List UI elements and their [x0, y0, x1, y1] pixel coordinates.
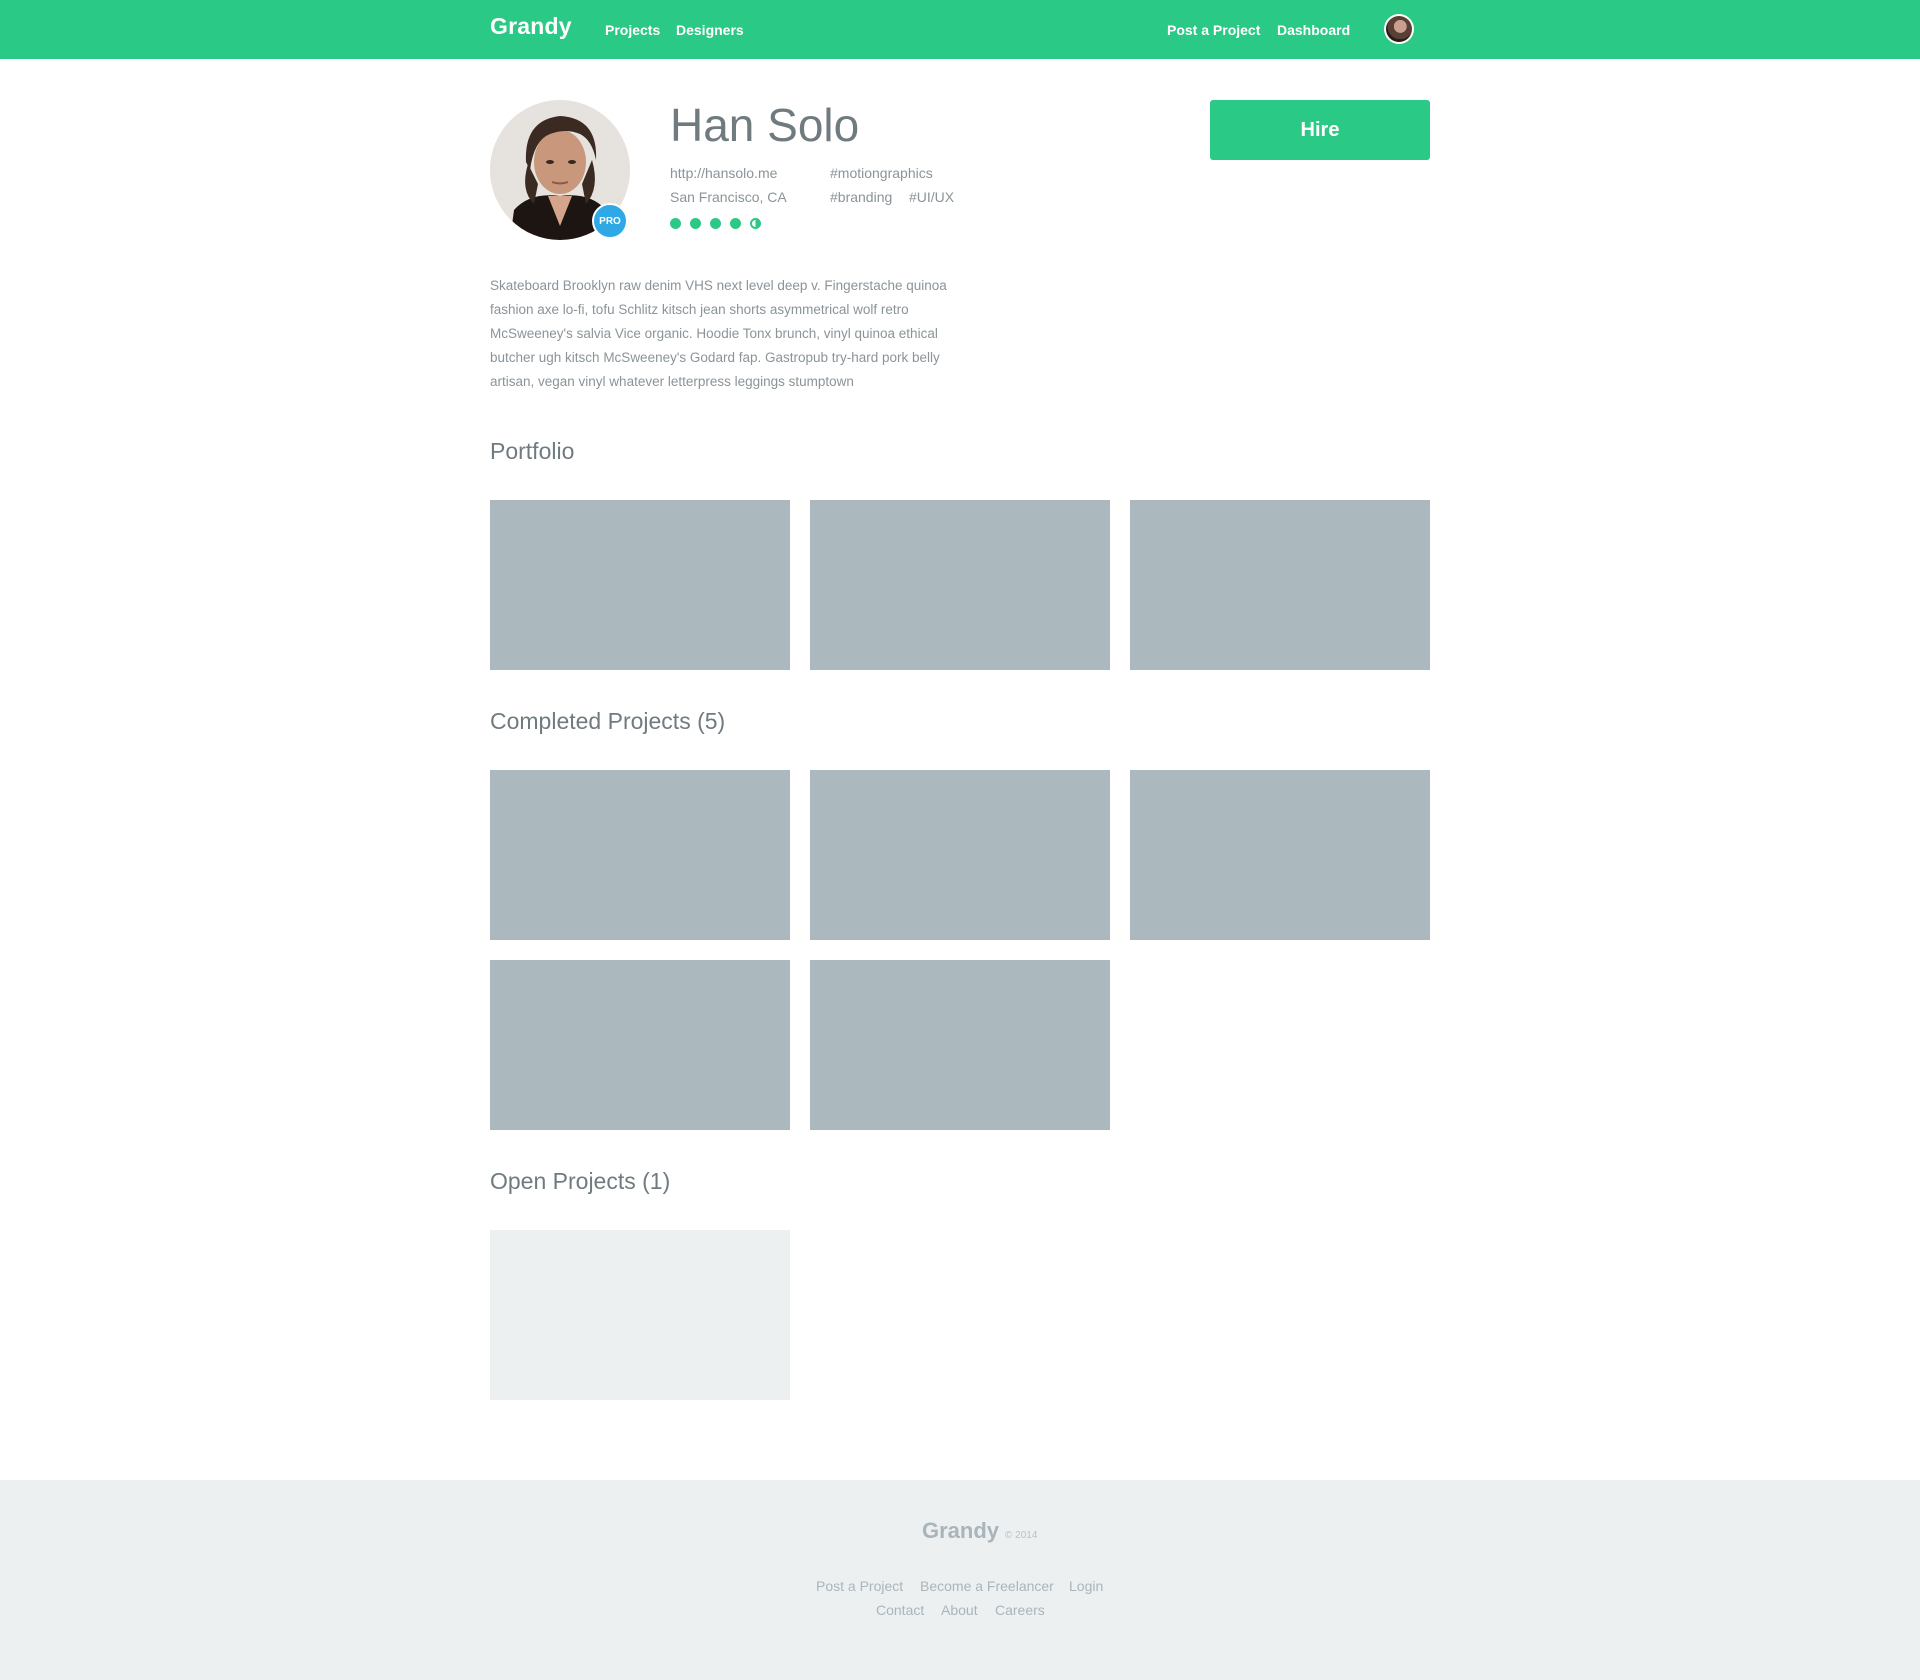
rating-dot-full — [670, 218, 681, 229]
rating-dots — [670, 218, 761, 230]
brand-logo[interactable]: Grandy — [490, 13, 572, 40]
completed-project-item[interactable] — [1130, 770, 1430, 940]
profile-website-link[interactable]: http://hansolo.me — [670, 165, 777, 181]
nav-projects[interactable]: Projects — [605, 22, 660, 38]
profile-tag[interactable]: #UI/UX — [909, 189, 954, 205]
footer-copyright: © 2014 — [1005, 1530, 1038, 1541]
nav-dashboard[interactable]: Dashboard — [1277, 22, 1350, 38]
profile-tag[interactable]: #motiongraphics — [830, 165, 933, 181]
rating-dot-full — [710, 218, 721, 229]
completed-project-item[interactable] — [490, 960, 790, 1130]
footer-link-careers[interactable]: Careers — [995, 1602, 1045, 1618]
completed-project-item[interactable] — [490, 770, 790, 940]
user-avatar-menu[interactable] — [1384, 14, 1414, 44]
completed-projects-heading: Completed Projects (5) — [490, 708, 726, 734]
portfolio-item[interactable] — [490, 500, 790, 670]
completed-project-item[interactable] — [810, 960, 1110, 1130]
footer-link-login[interactable]: Login — [1069, 1578, 1103, 1594]
top-nav-bar: Grandy Projects Designers Post a Project… — [0, 0, 1920, 59]
profile-tag[interactable]: #branding — [830, 189, 892, 205]
portfolio-heading: Portfolio — [490, 438, 575, 464]
profile-location: San Francisco, CA — [670, 189, 787, 205]
footer-link-become-freelancer[interactable]: Become a Freelancer — [920, 1578, 1054, 1594]
footer-link-post-project[interactable]: Post a Project — [816, 1578, 903, 1594]
completed-project-item[interactable] — [810, 770, 1110, 940]
nav-designers[interactable]: Designers — [676, 22, 744, 38]
portfolio-item[interactable] — [810, 500, 1110, 670]
rating-dot-full — [730, 218, 741, 229]
open-project-item[interactable] — [490, 1230, 790, 1400]
rating-dot-full — [690, 218, 701, 229]
footer-link-about[interactable]: About — [941, 1602, 978, 1618]
portfolio-item[interactable] — [1130, 500, 1430, 670]
profile-name: Han Solo — [670, 99, 860, 151]
footer-link-contact[interactable]: Contact — [876, 1602, 924, 1618]
pro-badge: PRO — [592, 203, 628, 239]
footer-logo[interactable]: Grandy — [922, 1518, 999, 1544]
profile-bio: Skateboard Brooklyn raw denim VHS next l… — [490, 278, 947, 389]
footer: Grandy © 2014 Post a Project Become a Fr… — [0, 1480, 1920, 1680]
rating-dot-half — [750, 218, 761, 229]
nav-post-project[interactable]: Post a Project — [1167, 22, 1260, 38]
open-projects-heading: Open Projects (1) — [490, 1168, 671, 1194]
hire-button[interactable]: Hire — [1210, 100, 1430, 160]
